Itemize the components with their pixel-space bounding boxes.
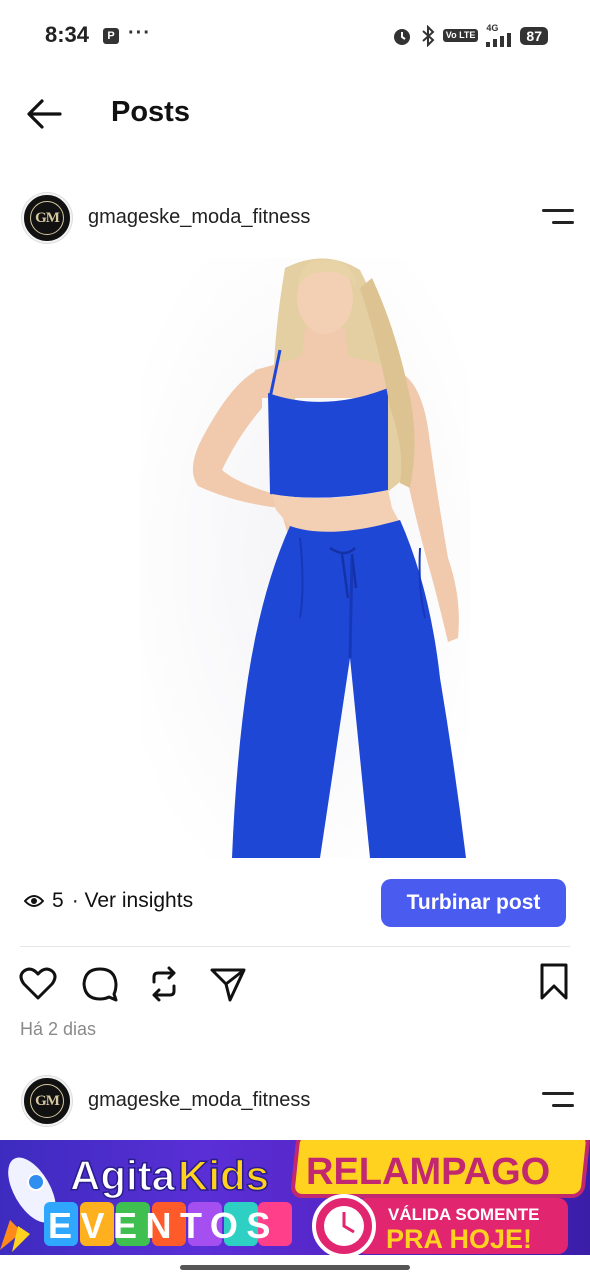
menu-icon[interactable] [540,1090,574,1112]
more-notifications-icon: ··· [128,22,151,44]
banner-brand-1: Agita [70,1152,176,1199]
bluetooth-icon [422,24,435,47]
avatar-logo-text: GM [30,201,64,235]
page-title: Posts [111,96,190,128]
signal-bars-icon [486,33,512,47]
gesture-nav-bar[interactable] [180,1265,410,1270]
volte-badge: Vo LTE [442,29,479,42]
bookmark-icon[interactable] [534,962,574,1002]
avatar-logo-text: GM [30,1084,64,1118]
heart-icon[interactable] [18,964,58,1004]
post-username[interactable]: gmageske_moda_fitness [88,206,310,229]
insights-link[interactable]: · Ver insights [72,889,193,913]
model-photo [140,258,470,858]
send-icon[interactable] [208,964,248,1004]
banner-eventos: EVENTOS [48,1205,279,1246]
comment-icon[interactable] [80,964,120,1004]
avatar[interactable]: GM [22,193,72,243]
menu-icon[interactable] [540,207,574,229]
back-arrow-icon[interactable] [22,94,66,134]
insights-row[interactable]: 5 · Ver insights [24,889,193,913]
banner-promo: RELAMPAGO [306,1151,550,1193]
battery-indicator: 87 [520,26,548,45]
post-date: Há 2 dias [20,1019,97,1039]
boost-post-button[interactable]: Turbinar post [381,879,566,927]
post-username[interactable]: gmageske_moda_fitness [88,1089,310,1112]
post-image[interactable] [0,258,590,858]
repost-icon[interactable] [144,964,184,1004]
banner-brand-2: Kids [178,1152,269,1199]
network-type: 4G [486,23,499,33]
promo-banner-image[interactable]: Agita Kids EVENTOS RELAMPAGO VÁLIDA SOME… [0,1140,590,1255]
banner-valid-line: VÁLIDA SOMENTE [388,1205,539,1224]
view-count: 5 [52,889,64,912]
eye-icon [24,895,44,907]
avatar[interactable]: GM [22,1076,72,1126]
divider [20,946,570,947]
signal-icon: 4G [486,24,512,47]
banner-graphic: Agita Kids EVENTOS RELAMPAGO VÁLIDA SOME… [0,1140,590,1255]
banner-valid-emph: PRA HOJE! [386,1224,532,1254]
status-indicators: Vo LTE 4G 87 [391,24,548,47]
notification-app-icon: P [103,28,119,44]
alarm-icon [393,28,410,45]
status-time: 8:34 [45,22,90,47]
